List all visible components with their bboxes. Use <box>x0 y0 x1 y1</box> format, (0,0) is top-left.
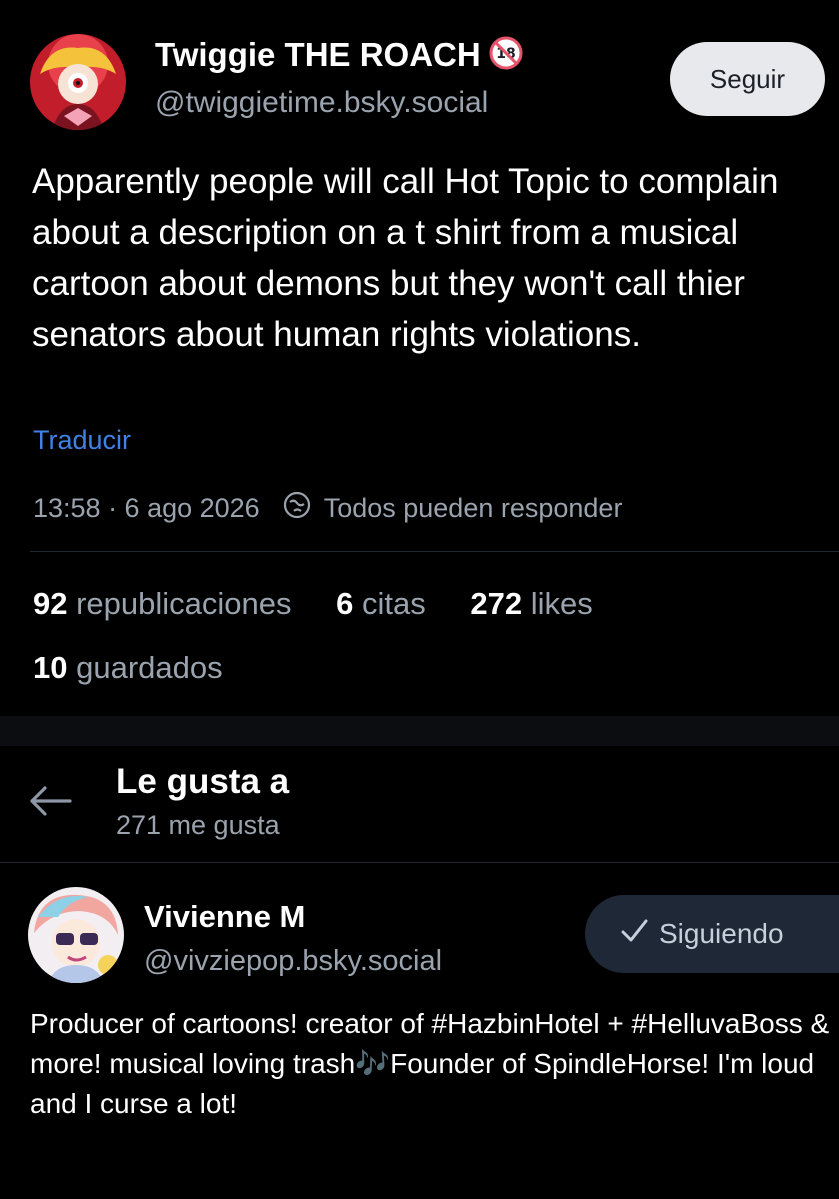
author-avatar[interactable] <box>30 34 126 130</box>
following-label: Siguiendo <box>659 918 784 949</box>
divider <box>30 551 839 552</box>
post-detail: Twiggie THE ROACH18 @twiggietime.bsky.so… <box>0 0 839 716</box>
liker-avatar[interactable] <box>28 887 124 983</box>
post-timestamp: 13:58 · 6 ago 2026 <box>33 493 260 523</box>
follow-button[interactable]: Seguir <box>670 42 825 116</box>
section-separator <box>0 716 839 746</box>
post-text: Apparently people will call Hot Topic to… <box>32 162 779 354</box>
reposts-stat[interactable]: 92 republicaciones <box>33 586 292 621</box>
check-icon <box>619 916 649 953</box>
author-name[interactable]: Twiggie THE ROACH18 <box>155 36 523 78</box>
reply-setting[interactable]: Todos pueden responder <box>324 493 623 524</box>
following-button[interactable]: Siguiendo <box>585 895 839 973</box>
quotes-stat[interactable]: 6 citas <box>336 586 426 621</box>
liker-row[interactable]: Vivienne M @vivziepop.bsky.social Siguie… <box>0 863 839 1199</box>
post-stats-second-row: 10 guardados <box>33 650 259 686</box>
post-meta: 13:58 · 6 ago 2026 Todos pueden responde… <box>33 490 622 527</box>
liker-handle[interactable]: @vivziepop.bsky.social <box>144 945 442 978</box>
saves-stat: 10 guardados <box>33 650 223 685</box>
translate-link[interactable]: Traducir <box>33 425 131 456</box>
author-handle[interactable]: @twiggietime.bsky.social <box>155 86 488 120</box>
liker-bio: Producer of cartoons! creator of #Hazbin… <box>30 1008 830 1119</box>
likes-header: Le gusta a 271 me gusta <box>0 746 839 862</box>
post-stats: 92 republicaciones 6 citas 272 likes <box>33 586 629 622</box>
likes-count: 271 me gusta <box>116 810 280 840</box>
arrow-left-icon[interactable] <box>28 784 74 823</box>
likes-stat[interactable]: 272 likes <box>470 586 592 621</box>
globe-reply-icon <box>282 490 312 527</box>
18-plus-icon: 18 <box>489 36 523 78</box>
liker-name[interactable]: Vivienne M <box>144 899 305 935</box>
likes-title: Le gusta a <box>116 762 290 801</box>
